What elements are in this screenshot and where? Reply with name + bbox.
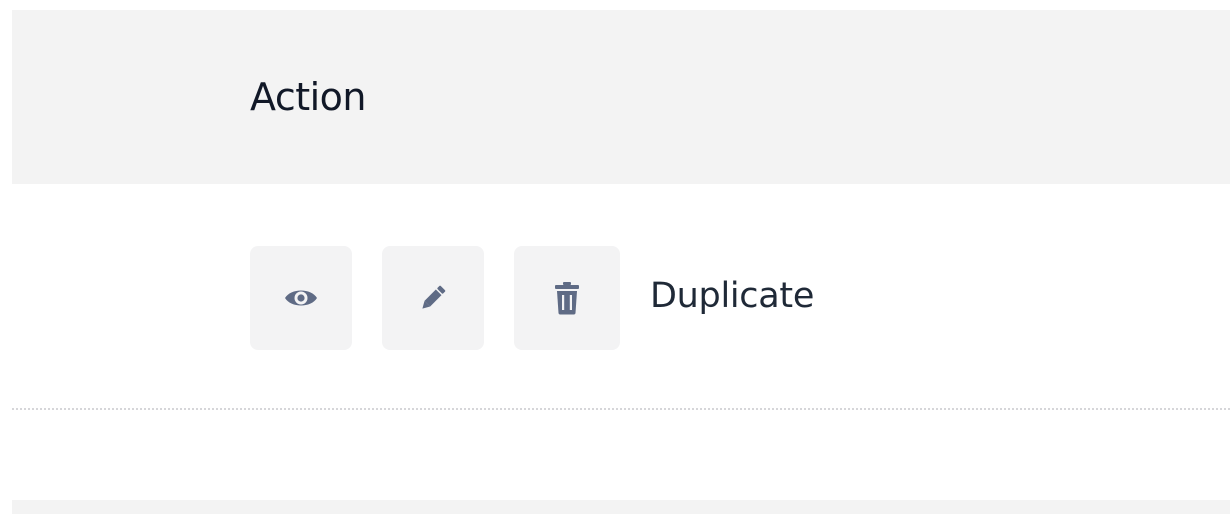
table-row: Duplicate [12, 184, 1230, 408]
table-row-next [12, 500, 1230, 514]
pencil-icon [415, 280, 451, 316]
delete-button[interactable] [514, 246, 620, 350]
column-header-action: Action [250, 75, 367, 119]
table-container: Action Duplicate [0, 0, 1230, 514]
row-divider [12, 408, 1230, 410]
table-header: Action [12, 10, 1230, 184]
edit-button[interactable] [382, 246, 484, 350]
eye-icon [284, 287, 318, 309]
view-button[interactable] [250, 246, 352, 350]
duplicate-link[interactable]: Duplicate [650, 279, 814, 314]
trash-icon [554, 281, 580, 315]
